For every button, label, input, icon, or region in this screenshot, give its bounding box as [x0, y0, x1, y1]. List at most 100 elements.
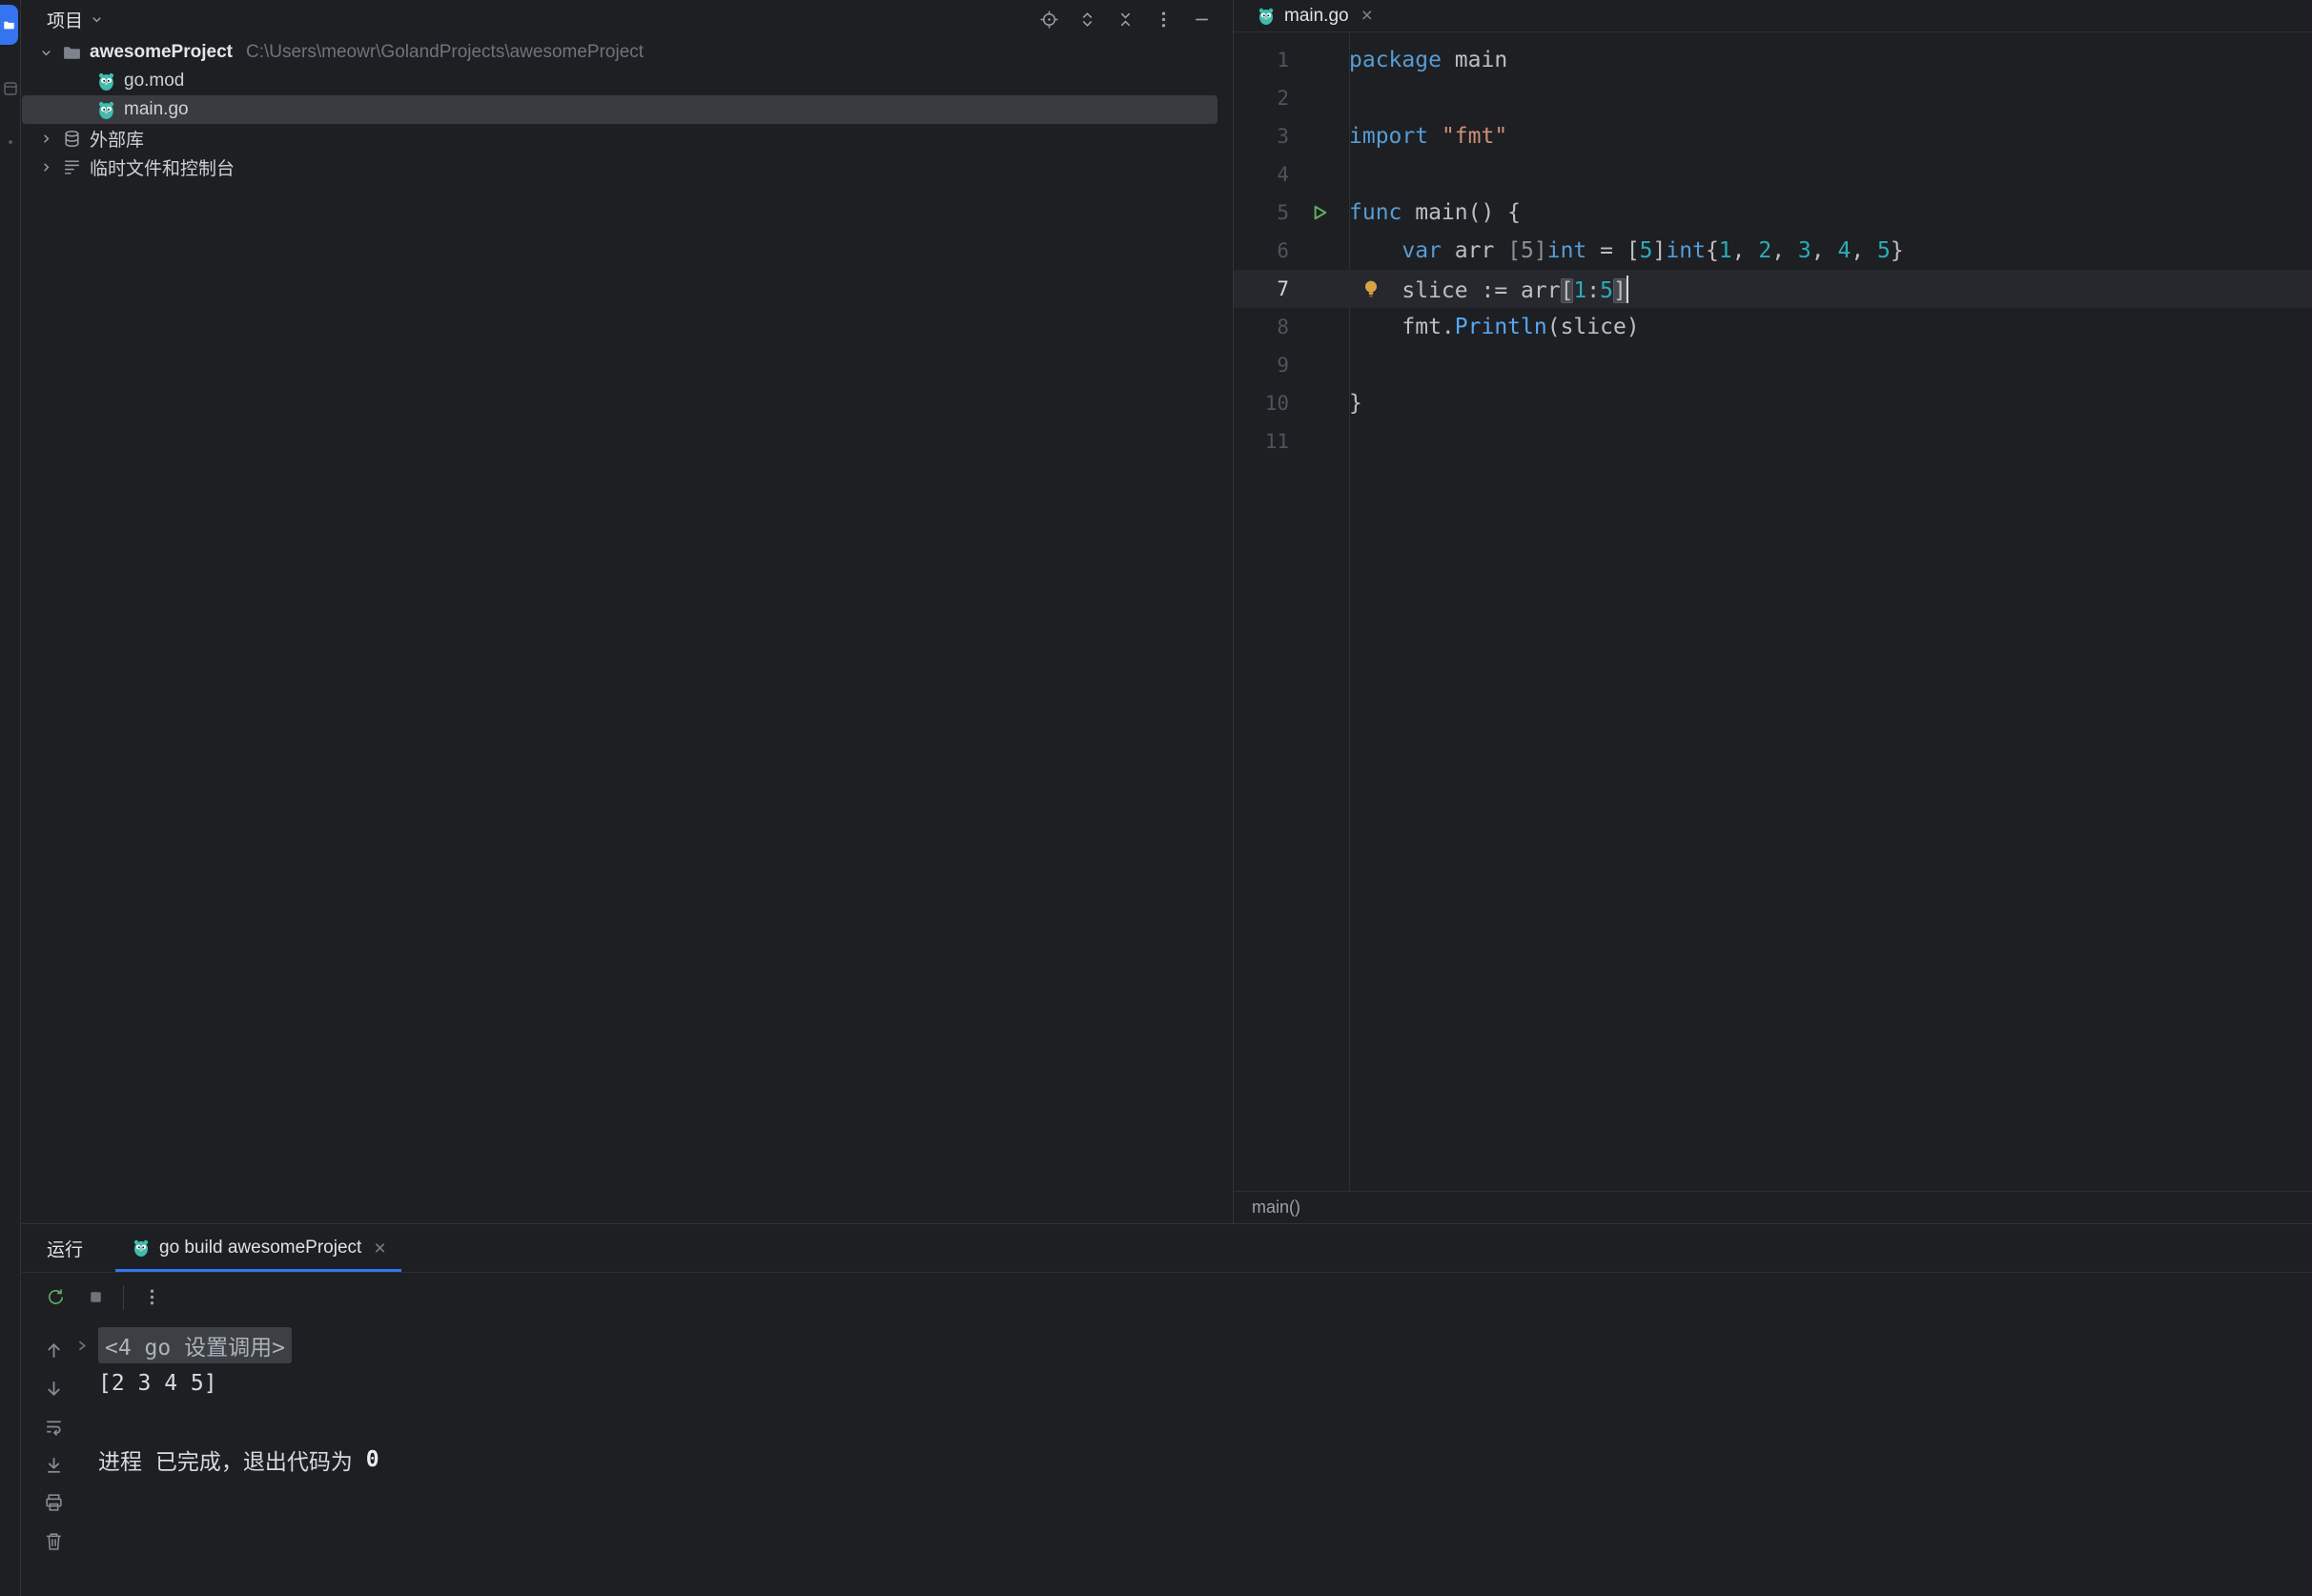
go-file-icon — [131, 1238, 151, 1258]
code-line-1[interactable]: 1 package main — [1234, 41, 2312, 79]
breadcrumb-main[interactable]: main() — [1252, 1197, 1300, 1217]
project-tree: awesomeProjectC:\Users\meowr\GolandProje… — [22, 38, 1233, 181]
code-text: func main() { — [1349, 200, 1521, 225]
close-tab-icon[interactable]: × — [1361, 6, 1373, 26]
line-number[interactable]: 4 — [1234, 163, 1289, 186]
project-tool-window-button[interactable] — [0, 5, 18, 45]
run-gutter-icon[interactable] — [1310, 203, 1329, 222]
soft-wrap-button[interactable] — [41, 1414, 66, 1439]
tool-window-button-icon[interactable] — [2, 80, 19, 97]
run-tool-window: 运行 go build awesomeProject × <4 go 设置调用>… — [22, 1223, 2312, 1596]
code-line-4[interactable]: 4 — [1234, 155, 2312, 194]
code-text: fmt.Println(slice) — [1349, 315, 1640, 339]
tree-item-label: 外部库 — [90, 126, 144, 152]
tree-item-awesomeProject[interactable]: awesomeProjectC:\Users\meowr\GolandProje… — [22, 38, 1217, 67]
line-number[interactable]: 7 — [1234, 277, 1289, 300]
close-tab-icon[interactable]: × — [374, 1238, 385, 1258]
tree-item-scratches-and-consoles[interactable]: 临时文件和控制台 — [22, 153, 1217, 181]
project-panel-title[interactable]: 项目 — [47, 7, 104, 32]
fold-expand-icon[interactable] — [73, 1336, 92, 1355]
text-caret — [1627, 276, 1628, 303]
line-number[interactable]: 9 — [1234, 354, 1289, 377]
console-line-4: 进程 已完成，退出代码为 0 — [98, 1441, 379, 1479]
code-line-5[interactable]: 5 func main() { — [1234, 194, 2312, 232]
tree-item-label: main.go — [124, 99, 189, 120]
folder-icon — [62, 43, 82, 63]
run-panel-title[interactable]: 运行 — [47, 1224, 83, 1272]
select-opened-file-button[interactable] — [1036, 7, 1061, 31]
code-line-6[interactable]: 6 var arr [5]int = [5]int{1, 2, 3, 4, 5} — [1234, 232, 2312, 270]
collapse-all-button[interactable] — [1113, 7, 1137, 31]
tool-window-stripe — [0, 0, 21, 1596]
code-line-3[interactable]: 3 import "fmt" — [1234, 117, 2312, 155]
code-line-8[interactable]: 8 fmt.Println(slice) — [1234, 308, 2312, 346]
run-panel-header: 运行 go build awesomeProject × — [22, 1224, 2312, 1273]
tree-item-label: 临时文件和控制台 — [90, 154, 235, 180]
line-number[interactable]: 5 — [1234, 201, 1289, 224]
console-text: 0 — [366, 1447, 379, 1472]
tree-item-main-go[interactable]: main.go — [22, 95, 1217, 124]
tree-item-external-libraries[interactable]: 外部库 — [22, 124, 1217, 153]
console-line-2: [2 3 4 5] — [98, 1364, 379, 1402]
console-output[interactable]: <4 go 设置调用> [2 3 4 5] 进程 已完成，退出代码为 0 — [98, 1326, 379, 1479]
stop-button[interactable] — [83, 1285, 108, 1310]
run-console-area: <4 go 设置调用> [2 3 4 5] 进程 已完成，退出代码为 0 — [22, 1321, 2312, 1596]
chevron-down-icon — [90, 12, 104, 27]
editor-tab-bar: main.go × — [1234, 0, 2312, 32]
more-options-button[interactable] — [139, 1285, 164, 1310]
tree-item-path: C:\Users\meowr\GolandProjects\awesomePro… — [246, 42, 644, 63]
code-line-11[interactable]: 11 — [1234, 422, 2312, 460]
console-toolbar — [41, 1338, 66, 1553]
code-text: package main — [1349, 48, 1507, 72]
go-file-icon — [96, 100, 116, 120]
go-file-icon — [1256, 6, 1276, 26]
editor-tab-label: main.go — [1284, 6, 1349, 27]
library-icon — [62, 129, 82, 149]
project-title-label: 项目 — [47, 7, 83, 32]
scratch-icon — [62, 157, 82, 177]
more-tool-windows-icon[interactable] — [2, 133, 19, 151]
code-lines: 1 package main 2 3 import "fmt" 4 5 func main()… — [1234, 41, 2312, 460]
code-text: import "fmt" — [1349, 124, 1507, 149]
more-options-button[interactable] — [1151, 7, 1176, 31]
code-line-7[interactable]: 7 slice := arr[1:5] — [1234, 270, 2312, 308]
intention-bulb-icon[interactable] — [1360, 277, 1382, 300]
expand-all-button[interactable] — [1074, 7, 1099, 31]
next-occurrence-button[interactable] — [41, 1376, 66, 1401]
go-file-icon — [96, 72, 116, 92]
hide-panel-button[interactable] — [1189, 7, 1214, 31]
line-number[interactable]: 3 — [1234, 125, 1289, 148]
code-line-10[interactable]: 10} — [1234, 384, 2312, 422]
line-number[interactable]: 8 — [1234, 316, 1289, 338]
code-line-2[interactable]: 2 — [1234, 79, 2312, 117]
project-panel-header: 项目 — [22, 0, 1233, 38]
editor-body[interactable]: 1 package main 2 3 import "fmt" 4 5 func main()… — [1234, 32, 2312, 1191]
editor-tab-main-go[interactable]: main.go × — [1242, 0, 1386, 31]
code-text: } — [1349, 391, 1362, 416]
chevron-down-icon[interactable] — [39, 46, 53, 60]
tree-item-go-mod[interactable]: go.mod — [22, 67, 1217, 95]
run-toolbar — [22, 1273, 2312, 1321]
console-text: [2 3 4 5] — [98, 1371, 217, 1396]
print-button[interactable] — [41, 1490, 66, 1515]
code-line-9[interactable]: 9 — [1234, 346, 2312, 384]
console-line-1: <4 go 设置调用> — [98, 1326, 379, 1364]
prev-occurrence-button[interactable] — [41, 1338, 66, 1362]
line-number[interactable]: 10 — [1234, 392, 1289, 415]
console-text[interactable]: <4 go 设置调用> — [98, 1327, 292, 1363]
chevron-right-icon[interactable] — [39, 132, 53, 146]
line-number[interactable]: 11 — [1234, 430, 1289, 453]
line-number[interactable]: 6 — [1234, 239, 1289, 262]
run-tab-go-build[interactable]: go build awesomeProject × — [115, 1224, 401, 1272]
project-header-actions — [1036, 7, 1214, 31]
chevron-right-icon[interactable] — [39, 160, 53, 174]
clear-all-button[interactable] — [41, 1528, 66, 1553]
run-tab-label: go build awesomeProject — [159, 1238, 361, 1258]
line-number[interactable]: 2 — [1234, 87, 1289, 110]
line-number[interactable]: 1 — [1234, 49, 1289, 72]
folder-icon — [3, 19, 15, 31]
scroll-to-end-button[interactable] — [41, 1452, 66, 1477]
rerun-button[interactable] — [43, 1285, 68, 1310]
project-panel: 项目 awesomeProjectC:\Users\meowr\GolandPr… — [22, 0, 1234, 1223]
toolbar-divider — [123, 1285, 124, 1310]
